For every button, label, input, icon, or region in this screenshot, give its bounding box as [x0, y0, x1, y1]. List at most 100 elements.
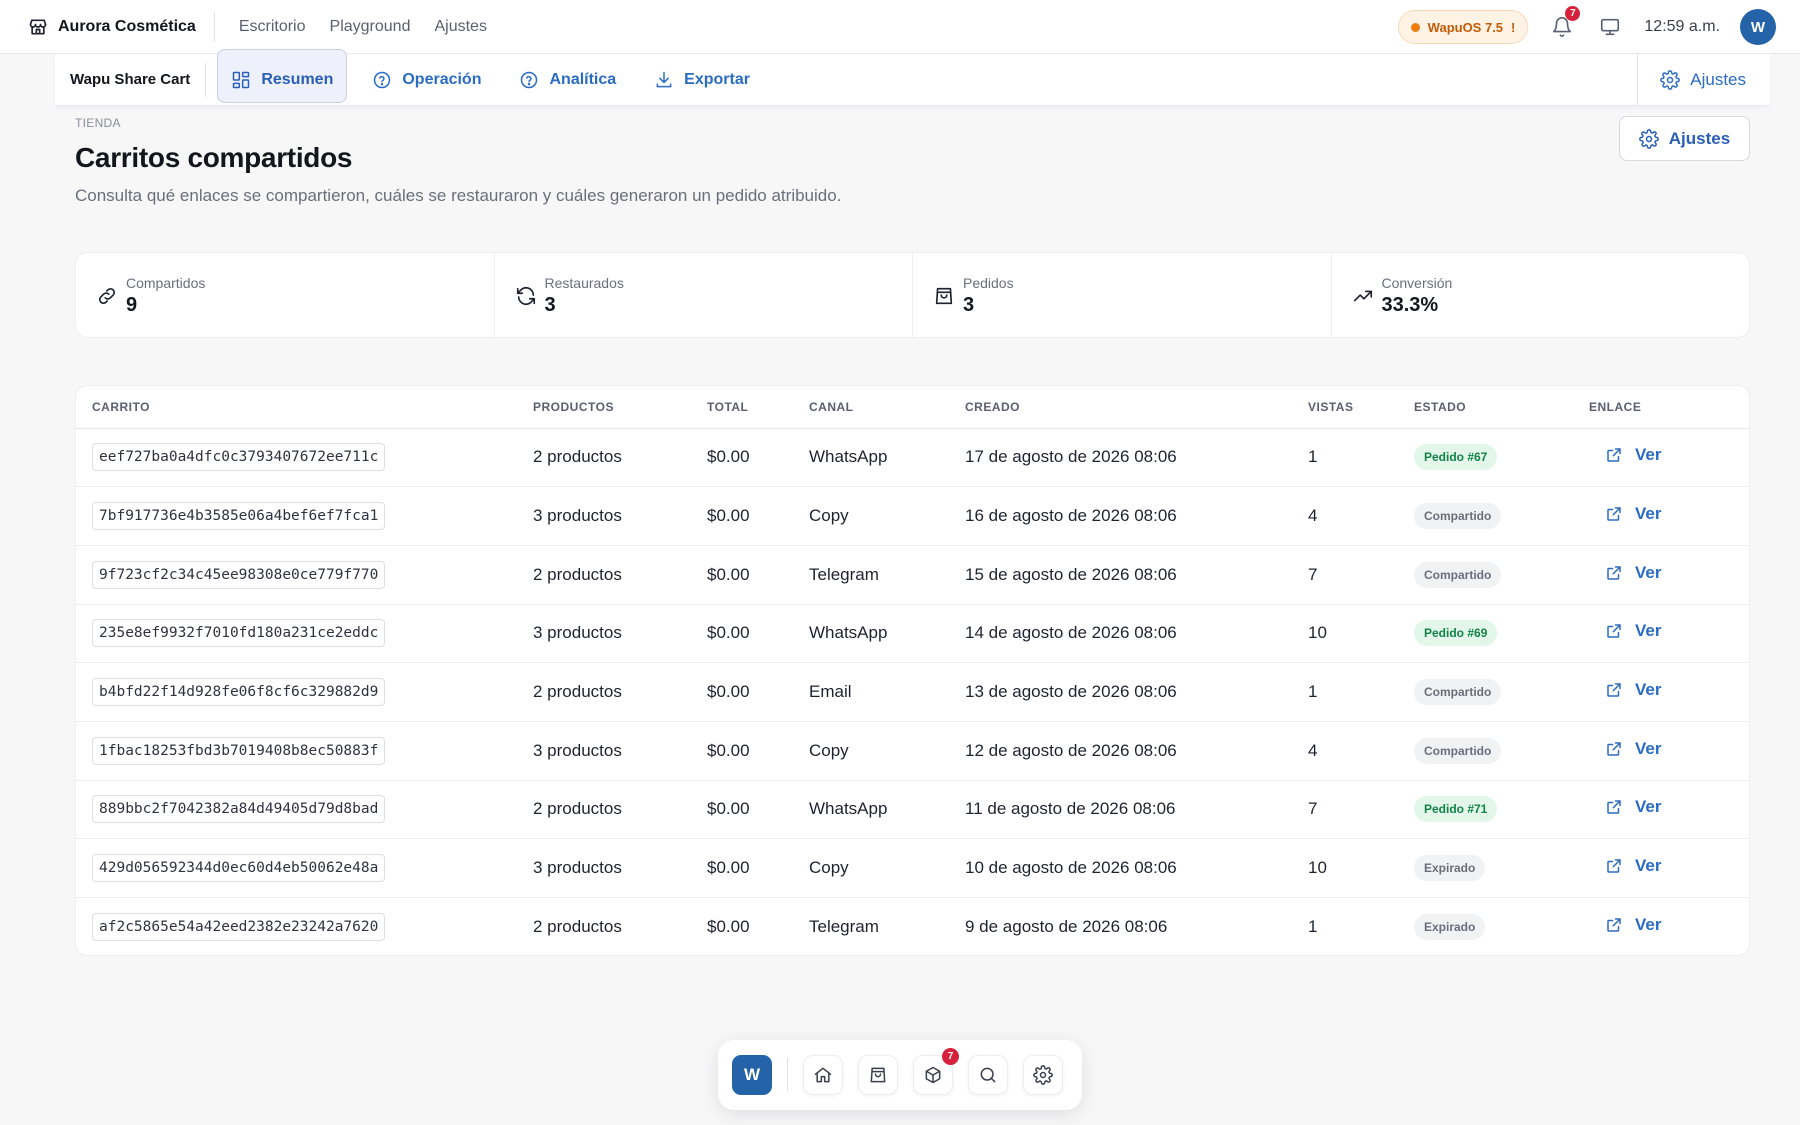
cell-total: $0.00 — [707, 604, 809, 664]
cell-created: 11 de agosto de 2026 08:06 — [965, 780, 1308, 840]
home-icon — [813, 1065, 833, 1085]
cell-link: Ver — [1589, 780, 1749, 840]
view-link[interactable]: Ver — [1605, 563, 1661, 583]
table-header-row: CARRITO PRODUCTOS TOTAL CANAL CREADO VIS… — [76, 386, 1749, 429]
cell-total: $0.00 — [707, 545, 809, 605]
nav-playground[interactable]: Playground — [330, 18, 411, 36]
col-canal[interactable]: CANAL — [809, 386, 965, 429]
tab-label: Exportar — [684, 70, 750, 88]
cell-channel: WhatsApp — [809, 780, 965, 840]
page-eyebrow: TIENDA — [75, 116, 121, 130]
cart-id[interactable]: 7bf917736e4b3585e06a4bef6ef7fca1 — [92, 502, 386, 531]
stats-card: Compartidos 9 Restaurados 3 Pedidos 3 Co… — [75, 252, 1750, 338]
dock-shop-button[interactable] — [858, 1055, 898, 1095]
cell-status: Pedido #67 — [1414, 428, 1589, 488]
stat-label: Pedidos — [963, 275, 1014, 291]
store-switcher[interactable]: Aurora Cosmética — [0, 11, 215, 42]
tab-exportar[interactable]: Exportar — [641, 57, 763, 103]
cart-id[interactable]: 235e8ef9932f7010fd180a231ce2eddc — [92, 619, 386, 648]
col-estado[interactable]: ESTADO — [1414, 386, 1589, 429]
subnav-settings-button[interactable]: Ajustes — [1637, 54, 1770, 106]
dock-products-button[interactable]: 7 — [913, 1048, 959, 1095]
dock-settings-button[interactable] — [1023, 1055, 1063, 1095]
cell-created: 16 de agosto de 2026 08:06 — [965, 486, 1308, 546]
external-link-icon — [1605, 446, 1623, 464]
cart-id[interactable]: 889bbc2f7042382a84d49405d79d8bad — [92, 795, 386, 824]
view-link[interactable]: Ver — [1605, 739, 1661, 759]
cell-products: 2 productos — [533, 545, 707, 605]
cart-id[interactable]: 9f723cf2c34c45ee98308e0ce779f770 — [92, 560, 386, 589]
cell-cart: 235e8ef9932f7010fd180a231ce2eddc — [76, 604, 533, 664]
view-link[interactable]: Ver — [1605, 504, 1661, 524]
nav-ajustes[interactable]: Ajustes — [434, 18, 486, 36]
page-subtitle: Consulta qué enlaces se compartieron, cu… — [75, 186, 842, 205]
cell-status: Compartido — [1414, 486, 1589, 546]
gear-icon — [1660, 70, 1681, 90]
cell-cart: 7bf917736e4b3585e06a4bef6ef7fca1 — [76, 486, 533, 546]
notifications-button[interactable]: 7 — [1548, 6, 1581, 41]
cell-channel: Copy — [809, 486, 965, 546]
table-row: 9f723cf2c34c45ee98308e0ce779f770 2 produc… — [76, 545, 1749, 605]
grid-icon — [231, 70, 251, 90]
table-row: 235e8ef9932f7010fd180a231ce2eddc 3 produc… — [76, 604, 1749, 664]
view-link[interactable]: Ver — [1605, 797, 1661, 817]
cell-channel: Telegram — [809, 545, 965, 605]
cell-views: 7 — [1308, 545, 1414, 605]
tab-label: Analítica — [549, 70, 617, 88]
cell-created: 12 de agosto de 2026 08:06 — [965, 721, 1308, 781]
tab-operacion[interactable]: Operación — [359, 57, 494, 103]
settings-button[interactable]: Ajustes — [1619, 116, 1750, 161]
dock-search-button[interactable] — [968, 1055, 1008, 1095]
col-total[interactable]: TOTAL — [707, 386, 809, 429]
version-pill[interactable]: WapuOS 7.5 ! — [1397, 10, 1529, 44]
cell-status: Expirado — [1414, 898, 1589, 956]
cell-cart: 429d056592344d0ec60d4eb50062e48a — [76, 838, 533, 898]
col-vistas[interactable]: VISTAS — [1308, 386, 1414, 429]
cell-link: Ver — [1589, 662, 1749, 722]
dock-home-logo[interactable]: W — [732, 1055, 772, 1095]
cell-status: Pedido #71 — [1414, 780, 1589, 840]
settings-label: Ajustes — [1690, 70, 1746, 89]
cell-created: 14 de agosto de 2026 08:06 — [965, 604, 1308, 664]
cell-cart: b4bfd22f14d928fe06f8cf6c329882d9 — [76, 662, 533, 722]
cell-channel: Copy — [809, 838, 965, 898]
col-creado[interactable]: CREADO — [965, 386, 1308, 429]
cart-id[interactable]: b4bfd22f14d928fe06f8cf6c329882d9 — [92, 678, 386, 707]
cart-id[interactable]: 429d056592344d0ec60d4eb50062e48a — [92, 854, 386, 883]
view-link-label: Ver — [1635, 445, 1662, 465]
col-carrito[interactable]: CARRITO — [76, 386, 533, 429]
cell-channel: Email — [809, 662, 965, 722]
cart-id[interactable]: 1fbac18253fbd3b7019408b8ec50883f — [92, 736, 386, 765]
cell-views: 1 — [1308, 917, 1318, 937]
dock-separator — [787, 1058, 788, 1092]
status-badge: Expirado — [1414, 855, 1486, 882]
table-row: 7bf917736e4b3585e06a4bef6ef7fca1 3 produc… — [76, 486, 1749, 546]
nav-escritorio[interactable]: Escritorio — [239, 18, 306, 36]
display-button[interactable] — [1596, 13, 1624, 41]
view-link[interactable]: Ver — [1605, 621, 1661, 641]
version-label: WapuOS 7.5 — [1427, 19, 1504, 35]
avatar[interactable]: W — [1740, 9, 1776, 45]
carts-table: CARRITO PRODUCTOS TOTAL CANAL CREADO VIS… — [76, 386, 1749, 956]
cell-link: Ver — [1589, 838, 1749, 898]
view-link[interactable]: Ver — [1605, 680, 1661, 700]
stat-value: 3 — [544, 294, 556, 316]
cell-views: 10 — [1308, 604, 1414, 664]
cell-created: 17 de agosto de 2026 08:06 — [965, 428, 1308, 488]
cart-id[interactable]: af2c5865e54a42eed2382e23242a7620 — [92, 913, 386, 942]
stat-label: Conversión — [1381, 275, 1453, 291]
external-link-icon — [1605, 740, 1623, 758]
trending-up-icon — [1352, 285, 1374, 307]
table-row: 889bbc2f7042382a84d49405d79d8bad 2 produc… — [76, 780, 1749, 840]
col-productos[interactable]: PRODUCTOS — [533, 386, 707, 429]
plugin-tabs: Resumen Operación Analítica Exportar — [217, 48, 763, 103]
cell-channel: WhatsApp — [809, 428, 965, 488]
tab-resumen[interactable]: Resumen — [217, 48, 348, 103]
view-link[interactable]: Ver — [1605, 445, 1661, 465]
view-link[interactable]: Ver — [1605, 915, 1661, 935]
dock-home-button[interactable] — [803, 1055, 843, 1095]
tab-analitica[interactable]: Analítica — [506, 57, 629, 103]
cart-id[interactable]: eef727ba0a4dfc0c3793407672ee711c — [92, 443, 386, 472]
view-link[interactable]: Ver — [1605, 856, 1661, 876]
carts-table-card: CARRITO PRODUCTOS TOTAL CANAL CREADO VIS… — [75, 385, 1750, 956]
